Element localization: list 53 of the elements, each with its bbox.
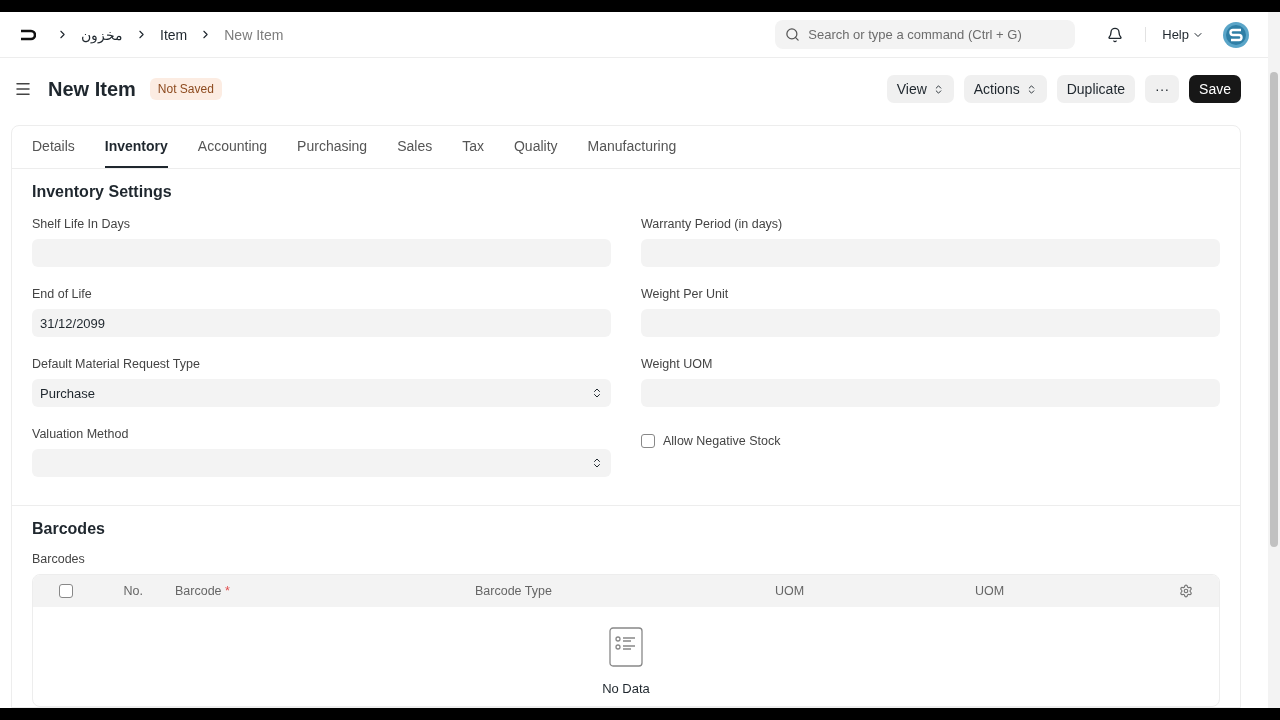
- breadcrumb-link[interactable]: Item: [160, 26, 188, 43]
- tab[interactable]: Quality: [513, 126, 558, 168]
- tab[interactable]: Accounting: [197, 126, 268, 168]
- tab[interactable]: Tax: [462, 126, 484, 168]
- dropdown-button[interactable]: Actions: [963, 75, 1047, 103]
- logo-icon[interactable]: [18, 27, 36, 42]
- toolbar-button[interactable]: Duplicate: [1056, 75, 1136, 103]
- field-label: Default Material Request Type: [32, 357, 201, 371]
- breadcrumb-link[interactable]: مخزون: [81, 26, 123, 43]
- field-label: End of Life: [32, 287, 93, 301]
- search-icon: [785, 27, 801, 42]
- column-header: UOM: [774, 584, 806, 598]
- table-label: Barcodes: [32, 552, 86, 566]
- column-header: Barcode Type: [474, 584, 553, 598]
- select-field[interactable]: Purchase: [32, 379, 611, 407]
- page-title: New Item: [48, 77, 136, 101]
- up-down-chevron-icon: [591, 387, 603, 399]
- tab[interactable]: Details: [32, 126, 75, 168]
- select-all-checkbox[interactable]: [59, 584, 73, 598]
- status-badge: Not Saved: [149, 78, 222, 100]
- avatar-icon[interactable]: [1222, 20, 1250, 49]
- empty-message: No Data: [602, 681, 650, 696]
- input-field[interactable]: 31/12/2099: [32, 309, 611, 337]
- search-field[interactable]: Search or type a command (Ctrl + G): [775, 20, 1076, 49]
- tab[interactable]: Sales: [397, 126, 433, 168]
- select-field[interactable]: [32, 449, 611, 477]
- checkbox-label: Allow Negative Stock: [663, 434, 781, 448]
- column-header: Barcode *: [174, 584, 231, 598]
- toolbar-button[interactable]: ···: [1145, 75, 1180, 103]
- help-button[interactable]: Help: [1145, 27, 1210, 42]
- notification-bell-icon[interactable]: [1107, 26, 1124, 43]
- checkbox[interactable]: [641, 434, 655, 448]
- field-label: Shelf Life In Days: [32, 217, 131, 231]
- section-title: Inventory Settings: [32, 183, 173, 201]
- column-header: No.: [122, 584, 144, 598]
- up-down-chevron-icon: [591, 457, 603, 469]
- empty-list-icon: [609, 627, 643, 667]
- section-title: Barcodes: [32, 520, 106, 538]
- dropdown-button[interactable]: View: [886, 75, 954, 103]
- scrollbar-thumb[interactable]: [1270, 72, 1278, 547]
- settings-icon[interactable]: [1179, 584, 1193, 598]
- breadcrumb-link[interactable]: New Item: [224, 26, 284, 43]
- column-header: UOM: [974, 584, 1006, 598]
- required-mark: *: [225, 584, 230, 598]
- field-label: Weight UOM: [641, 357, 714, 371]
- field-label: Valuation Method: [32, 427, 130, 441]
- field-label: Weight Per Unit: [641, 287, 730, 301]
- menu-icon[interactable]: [14, 80, 32, 98]
- save-button[interactable]: Save: [1189, 75, 1241, 103]
- field-label: Warranty Period (in days): [641, 217, 784, 231]
- tab[interactable]: Inventory: [104, 126, 168, 168]
- tab[interactable]: Manufacturing: [587, 126, 677, 168]
- tab[interactable]: Purchasing: [297, 126, 368, 168]
